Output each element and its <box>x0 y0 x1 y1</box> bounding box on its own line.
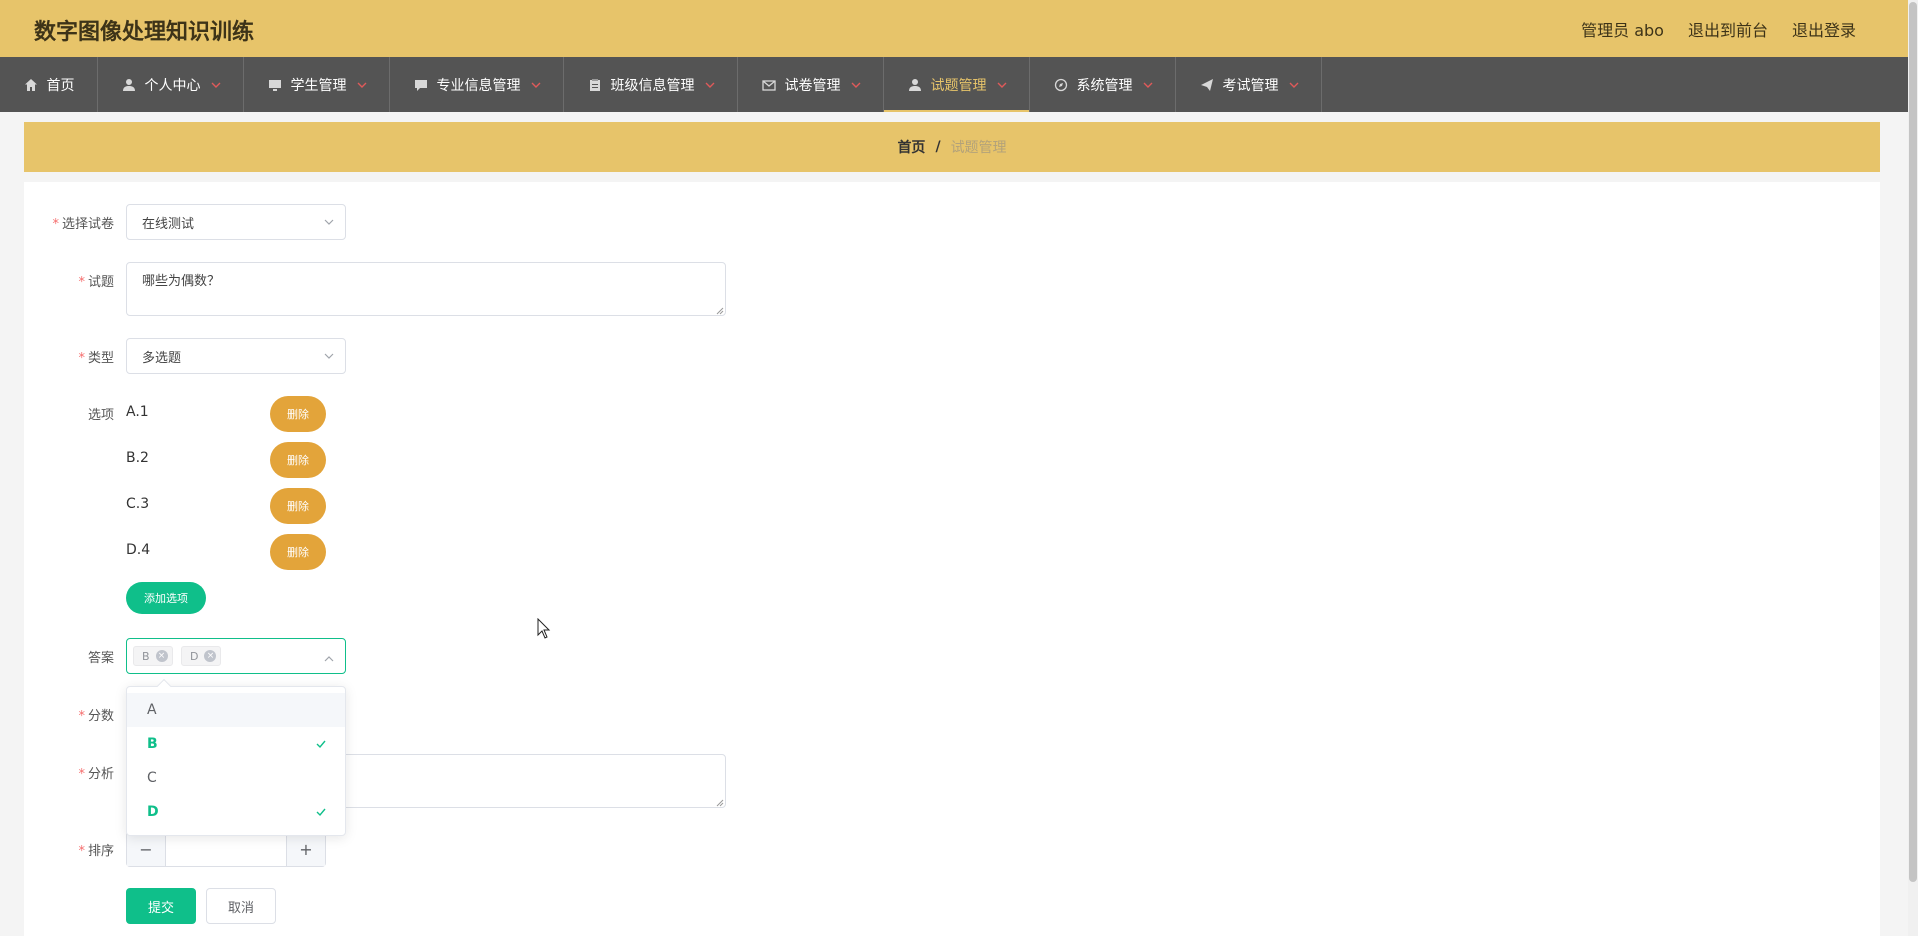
scrollbar-thumb[interactable] <box>1909 2 1917 882</box>
send-icon <box>1199 77 1215 93</box>
nav-item-system-management[interactable]: 系统管理 <box>1030 57 1176 112</box>
chevron-down-icon <box>323 350 335 362</box>
nav-label: 专业信息管理 <box>436 77 521 94</box>
chevron-down-icon <box>851 80 861 90</box>
logout-link[interactable]: 退出登录 <box>1792 17 1856 41</box>
type-label: * 类型 <box>78 351 114 366</box>
submit-button[interactable]: 提交 <box>126 888 196 924</box>
delete-option-button[interactable]: 删除 <box>270 442 326 478</box>
breadcrumb-separator: / <box>935 139 941 155</box>
user-icon <box>907 77 923 93</box>
delete-option-button[interactable]: 删除 <box>270 396 326 432</box>
paper-select[interactable]: 在线测试 <box>126 204 346 240</box>
chat-icon <box>413 77 429 93</box>
nav-label: 班级信息管理 <box>610 77 695 94</box>
dropdown-option[interactable]: A <box>127 693 345 727</box>
main-nav: 首页 个人中心 学生管理 专业信息管理 班级信息管理 试卷管理 试题管理 系统管… <box>0 57 1908 112</box>
chevron-down-icon <box>357 80 367 90</box>
nav-item-major-info-management[interactable]: 专业信息管理 <box>390 57 564 112</box>
answer-multi-select[interactable]: B × D × <box>126 638 346 674</box>
nav-label: 考试管理 <box>1222 77 1279 94</box>
question-label: * 试题 <box>78 275 114 290</box>
mouse-cursor-icon <box>537 617 551 640</box>
question-form: * 选择试卷 在线测试 * 试题 哪些为偶数？ * 类型 多选题 选项 A.1 删除 … <box>24 182 1880 936</box>
current-user-link[interactable]: 管理员 abo <box>1581 17 1664 41</box>
chevron-up-icon <box>323 650 335 669</box>
type-select-value: 多选题 <box>142 350 182 366</box>
delete-option-button[interactable]: 删除 <box>270 534 326 570</box>
dropdown-option[interactable]: C <box>127 761 345 795</box>
nav-item-exam-management[interactable]: 考试管理 <box>1176 57 1322 112</box>
nav-item-paper-management[interactable]: 试卷管理 <box>738 57 884 112</box>
cancel-button[interactable]: 取消 <box>206 888 276 924</box>
answer-tag: D × <box>181 646 222 666</box>
chevron-down-icon <box>1143 80 1153 90</box>
delete-option-button[interactable]: 删除 <box>270 488 326 524</box>
mail-icon <box>761 77 777 93</box>
dropdown-option[interactable]: D <box>127 795 345 829</box>
tag-close-icon[interactable]: × <box>204 650 217 662</box>
nav-label: 试卷管理 <box>784 77 841 94</box>
nav-label: 试题管理 <box>930 77 987 94</box>
option-item: A.1 <box>126 404 149 420</box>
order-input[interactable] <box>165 832 287 866</box>
nav-item-question-management[interactable]: 试题管理 <box>884 57 1030 112</box>
order-label: * 排序 <box>78 844 114 859</box>
nav-label: 首页 <box>46 77 75 94</box>
option-item: B.2 <box>126 450 149 466</box>
resize-grip-icon[interactable] <box>714 304 724 315</box>
clipboard-icon <box>587 77 603 93</box>
nav-label: 个人中心 <box>144 77 201 94</box>
app-title: 数字图像处理知识训练 <box>34 20 255 45</box>
nav-item-personal-center[interactable]: 个人中心 <box>98 57 244 112</box>
answer-tag: B × <box>133 646 173 666</box>
question-textarea[interactable]: 哪些为偶数？ <box>126 262 726 316</box>
dropdown-arrow <box>156 678 172 694</box>
nav-label: 学生管理 <box>290 77 347 94</box>
chevron-down-icon <box>531 80 541 90</box>
home-icon <box>23 77 39 93</box>
chevron-down-icon <box>323 216 335 228</box>
scrollbar[interactable] <box>1908 0 1918 936</box>
analysis-label: * 分析 <box>78 767 114 782</box>
chevron-down-icon <box>1289 80 1299 90</box>
nav-item-home[interactable]: 首页 <box>0 57 98 112</box>
score-label: * 分数 <box>78 709 114 724</box>
breadcrumb: 首页 / 试题管理 <box>24 122 1880 172</box>
breadcrumb-current: 试题管理 <box>950 140 1007 156</box>
option-item: C.3 <box>126 496 150 512</box>
compass-icon <box>1053 77 1069 93</box>
chevron-down-icon <box>211 80 221 90</box>
answer-label: 答案 <box>87 651 114 666</box>
top-header: 数字图像处理知识训练 管理员 abo 退出到前台 退出登录 <box>0 0 1918 57</box>
paper-select-value: 在线测试 <box>142 216 195 232</box>
order-stepper[interactable]: − + <box>126 831 326 867</box>
check-icon <box>315 806 327 818</box>
nav-label: 系统管理 <box>1076 77 1133 94</box>
top-links: 管理员 abo 退出到前台 退出登录 <box>1581 17 1856 41</box>
options-label: 选项 <box>87 408 114 423</box>
add-option-button[interactable]: 添加选项 <box>126 582 206 614</box>
answer-dropdown: A B C D <box>126 678 346 836</box>
user-icon <box>121 77 137 93</box>
type-select[interactable]: 多选题 <box>126 338 346 374</box>
nav-item-class-info-management[interactable]: 班级信息管理 <box>564 57 738 112</box>
exit-to-front-link[interactable]: 退出到前台 <box>1688 17 1768 41</box>
check-icon <box>315 738 327 750</box>
question-text: 哪些为偶数？ <box>142 274 221 289</box>
dropdown-option[interactable]: B <box>127 727 345 761</box>
resize-grip-icon[interactable] <box>714 796 724 807</box>
increment-button[interactable]: + <box>287 832 325 866</box>
option-item: D.4 <box>126 542 151 558</box>
breadcrumb-home[interactable]: 首页 <box>897 137 925 157</box>
chevron-down-icon <box>997 80 1007 90</box>
decrement-button[interactable]: − <box>127 832 165 866</box>
tag-close-icon[interactable]: × <box>155 650 168 662</box>
paper-label: * 选择试卷 <box>52 217 114 232</box>
nav-item-student-management[interactable]: 学生管理 <box>244 57 390 112</box>
chevron-down-icon <box>705 80 715 90</box>
monitor-icon <box>267 77 283 93</box>
